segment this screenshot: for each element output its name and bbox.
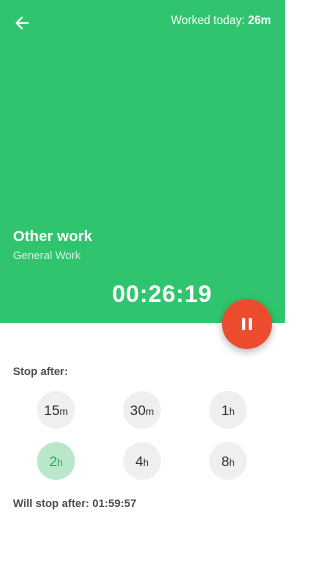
will-stop-label: Will stop after: [13,498,93,510]
task-category: General Work [13,250,81,262]
pause-icon [242,318,252,330]
option-number: 2 [49,453,58,469]
stop-option-15m[interactable]: 15 m [37,391,75,429]
elapsed-timer: 00:26:19 [111,281,213,308]
will-stop-value: 01:59:57 [92,498,137,510]
stop-after-label: Stop after: [13,366,68,378]
stop-option-8h[interactable]: 8h [209,442,247,480]
option-number: 8 [221,453,230,469]
pause-button[interactable] [222,299,272,349]
arrow-left-icon [15,16,29,30]
stop-option-4h[interactable]: 4h [123,442,161,480]
worked-today-label: Worked today: [170,15,248,27]
option-unit: h [57,458,63,469]
option-number: 30 [130,402,146,418]
option-number: 15 [44,402,60,418]
will-stop-after: Will stop after: 01:59:57 [13,498,136,510]
stop-option-1h[interactable]: 1h [209,391,247,429]
option-number: 4 [135,453,144,469]
option-number: 1 [221,402,230,418]
option-unit: h [229,407,235,418]
option-unit: m [145,407,154,418]
option-unit: h [143,458,149,469]
stop-option-30m[interactable]: 30 m [123,391,161,429]
worked-today: Worked today: 26m [171,15,271,27]
stop-option-2h[interactable]: 2h [37,442,75,480]
timer-header: Worked today: 26m Other work General Wor… [0,0,285,323]
task-title: Other work [13,228,93,245]
option-unit: h [229,458,235,469]
option-unit: m [59,407,68,418]
worked-today-value: 26m [247,15,271,27]
back-button[interactable] [11,12,33,34]
